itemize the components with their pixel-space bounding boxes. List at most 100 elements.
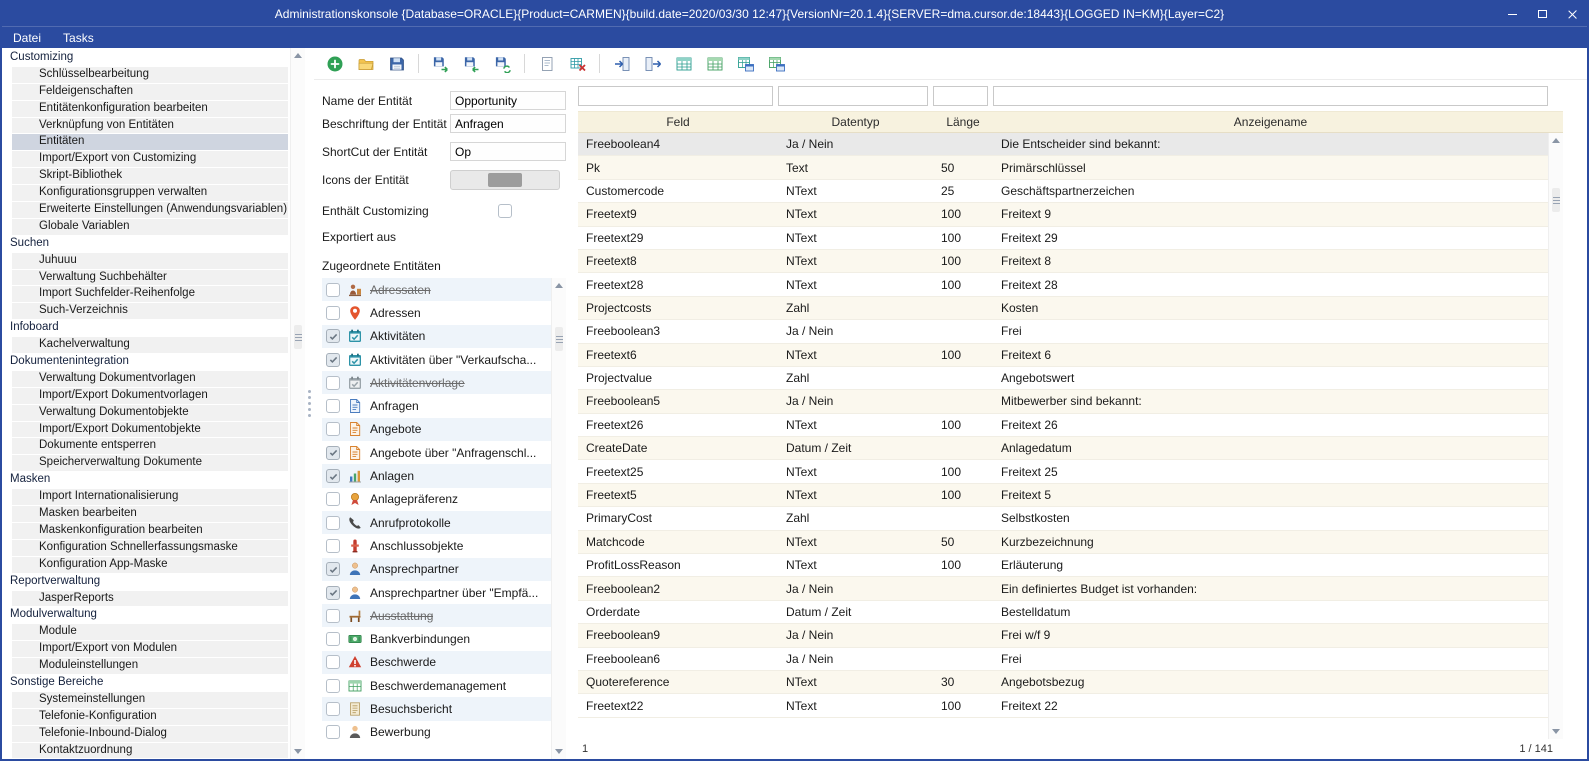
sidebar-item-konfiguration-app-maske[interactable]: Konfiguration App-Maske [12, 557, 288, 573]
sidebar-item-feldeigenschaften[interactable]: Feldeigenschaften [12, 84, 288, 100]
filter-input-länge[interactable] [933, 86, 988, 106]
entity-row-angebote-über-anfragenschl[interactable]: Angebote über "Anfragenschl... [322, 441, 551, 464]
table-row[interactable]: Freeboolean9Ja / NeinFrei w/f 9 [578, 624, 1548, 647]
table-scrollbar[interactable] [1548, 133, 1563, 739]
sidebar-item-kachelverwaltung[interactable]: Kachelverwaltung [12, 337, 288, 353]
entity-checkbox[interactable] [326, 725, 340, 739]
entity-checkbox[interactable] [326, 539, 340, 553]
delete-table-button[interactable] [563, 50, 592, 77]
table-view-button[interactable] [669, 50, 698, 77]
sidebar-section-dokumentenintegration[interactable]: Dokumentenintegration [2, 354, 290, 370]
save-sync-button[interactable] [488, 50, 517, 77]
sidebar-item-konfigurationsgruppen-verwalten[interactable]: Konfigurationsgruppen verwalten [12, 185, 288, 201]
entity-checkbox[interactable] [326, 655, 340, 669]
entity-checkbox[interactable] [326, 283, 340, 297]
sidebar-item-such-verzeichnis[interactable]: Such-Verzeichnis [12, 303, 288, 319]
sidebar-item-systemeinstellungen[interactable]: Systemeinstellungen [12, 692, 288, 708]
sidebar-scrollbar[interactable] [290, 48, 305, 759]
entity-checkbox[interactable] [326, 329, 340, 343]
table-row[interactable]: ProjectvalueZahlAngebotswert [578, 367, 1548, 390]
sidebar-item-masken-bearbeiten[interactable]: Masken bearbeiten [12, 506, 288, 522]
field-input-shortcut-der-entität[interactable] [450, 142, 566, 161]
entity-row-adressen[interactable]: Adressen [322, 301, 551, 324]
sidebar-item-verwaltung-dokumentvorlagen[interactable]: Verwaltung Dokumentvorlagen [12, 371, 288, 387]
table-row[interactable]: Freetext8NText100Freitext 8 [578, 250, 1548, 273]
table-row[interactable]: Freeboolean4Ja / NeinDie Entscheider sin… [578, 133, 1548, 156]
entity-row-ausstattung[interactable]: Ausstattung [322, 604, 551, 627]
sidebar-item-import-export-dokumentvorlagen[interactable]: Import/Export Dokumentvorlagen [12, 388, 288, 404]
entity-checkbox[interactable] [326, 399, 340, 413]
entity-row-aktivitäten-über-verkaufscha[interactable]: Aktivitäten über "Verkaufscha... [322, 348, 551, 371]
column-header-feld[interactable]: Feld [578, 115, 778, 129]
sidebar-section-suchen[interactable]: Suchen [2, 236, 290, 252]
sidebar-item-maskenkonfiguration-bearbeiten[interactable]: Maskenkonfiguration bearbeiten [12, 523, 288, 539]
entity-checkbox[interactable] [326, 353, 340, 367]
sidebar-item-konfiguration-schnellerfassungsmaske[interactable]: Konfiguration Schnellerfassungsmaske [12, 540, 288, 556]
table-row[interactable]: PkText50Primärschlüssel [578, 156, 1548, 179]
entity-scroll-down-button[interactable] [552, 744, 566, 759]
sidebar-item-juhuuu[interactable]: Juhuuu [12, 253, 288, 269]
table-scroll-down-button[interactable] [1549, 724, 1563, 739]
sidebar-scroll-down-button[interactable] [291, 744, 305, 759]
table-config-button[interactable] [762, 50, 791, 77]
entity-row-aktivitätenvorlage[interactable]: Aktivitätenvorlage [322, 371, 551, 394]
field-input-name-der-entität[interactable] [450, 91, 566, 110]
sidebar-item-erweiterte-einstellungen-anwendungsvariablen[interactable]: Erweiterte Einstellungen (Anwendungsvari… [12, 202, 288, 218]
sidebar-section-infoboard[interactable]: Infoboard [2, 320, 290, 336]
sidebar-section-sonstige-bereiche[interactable]: Sonstige Bereiche [2, 675, 290, 691]
entity-scroll-up-button[interactable] [552, 278, 566, 293]
sidebar-item-import-export-von-modulen[interactable]: Import/Export von Modulen [12, 641, 288, 657]
table-row[interactable]: Freetext5NText100Freitext 5 [578, 484, 1548, 507]
filter-input-datentyp[interactable] [778, 86, 928, 106]
table-row[interactable]: Freetext26NText100Freitext 26 [578, 414, 1548, 437]
entity-row-bewerbung[interactable]: Bewerbung [322, 721, 551, 744]
table-data-button[interactable] [700, 50, 729, 77]
sidebar-item-moduleinstellungen[interactable]: Moduleinstellungen [12, 658, 288, 674]
entity-row-ansprechpartner-über-empfä[interactable]: Ansprechpartner über "Empfä... [322, 581, 551, 604]
table-row[interactable]: ProjectcostsZahlKosten [578, 297, 1548, 320]
sidebar-scroll-thumb[interactable] [294, 325, 302, 349]
table-row[interactable]: Freetext6NText100Freitext 6 [578, 344, 1548, 367]
table-row[interactable]: ProfitLossReasonNText100Erläuterung [578, 554, 1548, 577]
entity-checkbox[interactable] [326, 376, 340, 390]
column-header-anzeigename[interactable]: Anzeigename [993, 115, 1548, 129]
column-header-datentyp[interactable]: Datentyp [778, 115, 933, 129]
filter-input-anzeigename[interactable] [993, 86, 1548, 106]
table-add-filter-button[interactable] [731, 50, 760, 77]
sidebar-item-import-suchfelder-reihenfolge[interactable]: Import Suchfelder-Reihenfolge [12, 286, 288, 302]
copy-structure-button[interactable] [532, 50, 561, 77]
entity-row-aktivitäten[interactable]: Aktivitäten [322, 325, 551, 348]
entity-checkbox[interactable] [326, 586, 340, 600]
sidebar-item-entitätenkonfiguration-bearbeiten[interactable]: Entitätenkonfiguration bearbeiten [12, 101, 288, 117]
import-button[interactable] [607, 50, 636, 77]
sidebar-scroll-up-button[interactable] [291, 48, 305, 63]
column-header-länge[interactable]: Länge [933, 115, 993, 129]
table-row[interactable]: Freetext25NText100Freitext 25 [578, 460, 1548, 483]
table-scroll-thumb[interactable] [1552, 188, 1560, 212]
entity-icons-picker[interactable] [450, 170, 560, 190]
sidebar-section-customizing[interactable]: Customizing [2, 50, 290, 66]
entity-checkbox[interactable] [326, 446, 340, 460]
sidebar-item-telefonie-inbound-dialog[interactable]: Telefonie-Inbound-Dialog [12, 726, 288, 742]
menu-datei[interactable]: Datei [2, 27, 52, 48]
entity-checkbox[interactable] [326, 632, 340, 646]
panel-splitter[interactable] [305, 48, 314, 759]
entity-checkbox[interactable] [326, 306, 340, 320]
table-row[interactable]: Freeboolean6Ja / NeinFrei [578, 648, 1548, 671]
table-scroll-up-button[interactable] [1549, 133, 1563, 148]
table-row[interactable]: QuotereferenceNText30Angebotsbezug [578, 671, 1548, 694]
save-export-button[interactable] [426, 50, 455, 77]
sidebar-item-speicherverwaltung-dokumente[interactable]: Speicherverwaltung Dokumente [12, 455, 288, 471]
entity-checkbox[interactable] [326, 562, 340, 576]
menu-tasks[interactable]: Tasks [52, 27, 105, 48]
sidebar-section-masken[interactable]: Masken [2, 472, 290, 488]
sidebar-item-schlüsselbearbeitung[interactable]: Schlüsselbearbeitung [12, 67, 288, 83]
table-row[interactable]: MatchcodeNText50Kurzbezeichnung [578, 531, 1548, 554]
entity-row-anlagen[interactable]: Anlagen [322, 464, 551, 487]
table-row[interactable]: Freetext29NText100Freitext 29 [578, 227, 1548, 250]
entity-row-anfragen[interactable]: Anfragen [322, 394, 551, 417]
table-row[interactable]: Freetext9NText100Freitext 9 [578, 203, 1548, 226]
sidebar-scroll-track[interactable] [291, 63, 305, 744]
contains-customizing-checkbox[interactable] [498, 204, 512, 218]
sidebar-item-verknüpfung-von-entitäten[interactable]: Verknüpfung von Entitäten [12, 118, 288, 134]
